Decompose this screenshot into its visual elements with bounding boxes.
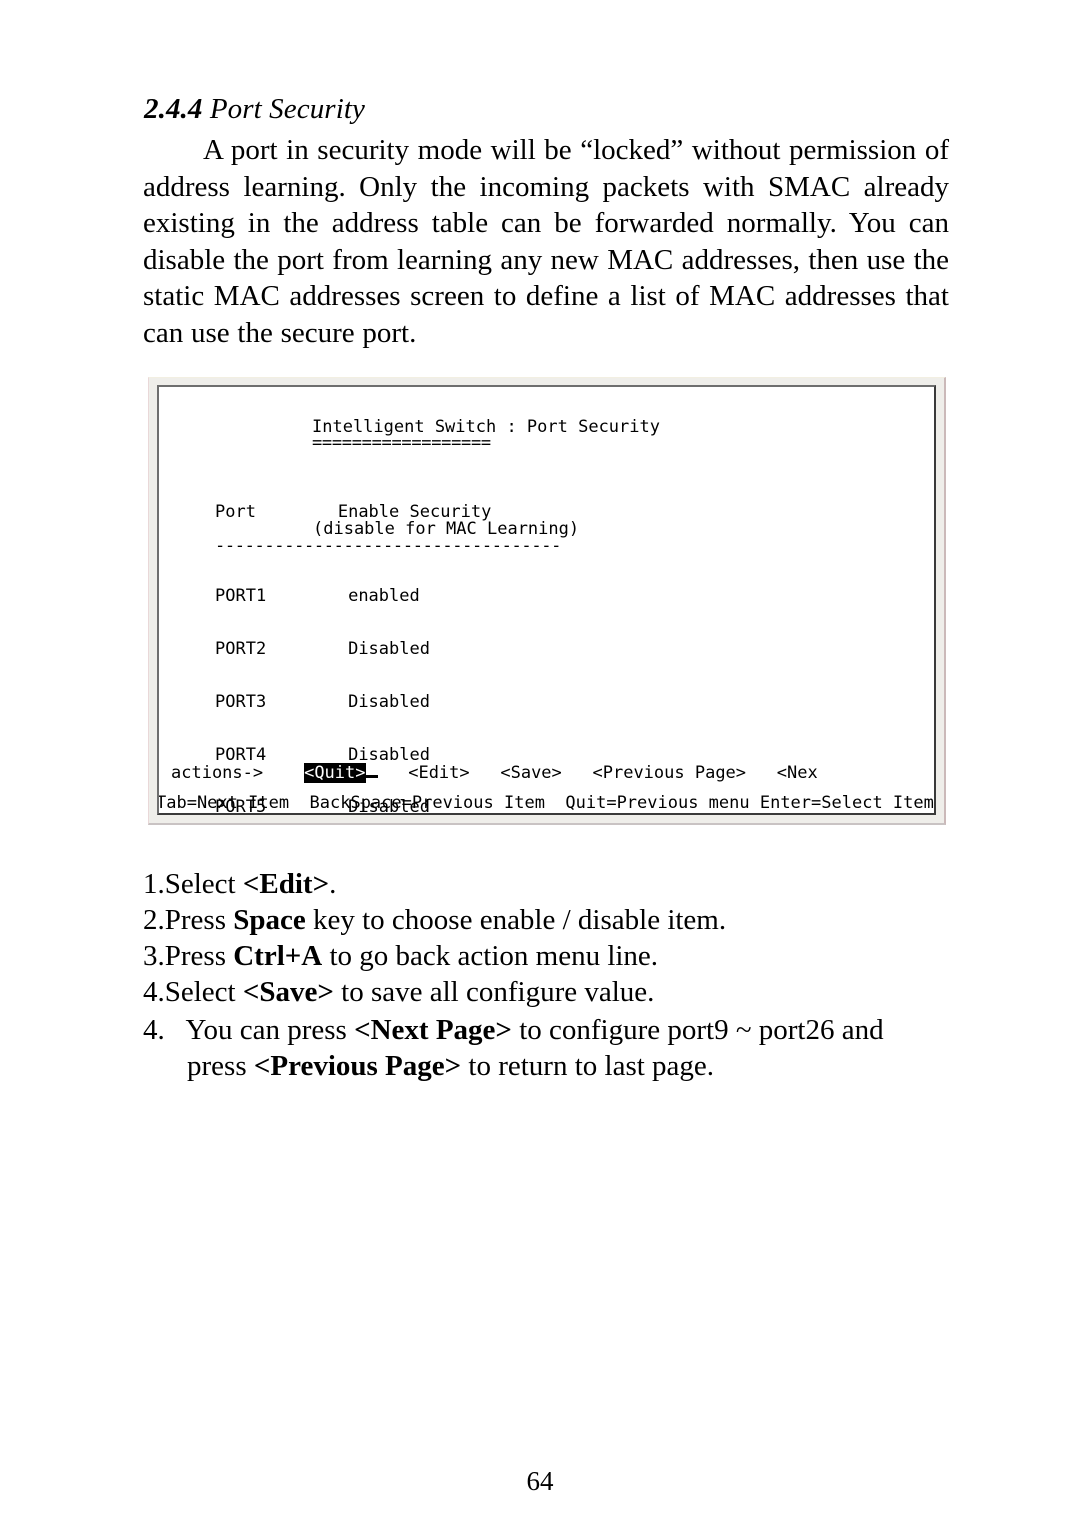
cursor-icon — [364, 761, 378, 778]
table-row: PORT3 Disabled — [215, 691, 430, 712]
row-security[interactable]: enabled — [348, 586, 420, 606]
terminal-screen: Intelligent Switch : Port Security =====… — [159, 387, 934, 813]
step-text-after: . — [329, 868, 337, 900]
list-item: 1.Select <Edit>. — [143, 866, 953, 902]
step-keyword: Space — [233, 904, 306, 936]
step-number: 4. — [143, 976, 165, 1008]
step-keyword: <Previous Page> — [253, 1050, 462, 1082]
document-page: 2.4.4 Port Security A port in security m… — [0, 0, 1080, 1529]
page-number: 64 — [526, 1466, 554, 1496]
list-item: 4.Select <Save> to save all configure va… — [143, 974, 953, 1010]
step-text-after: to configure port9 ~ port26 and — [511, 1014, 884, 1046]
action-next-page[interactable]: <Nex — [777, 763, 818, 783]
action-quit[interactable]: <Quit> — [304, 763, 366, 783]
section-title: Port Security — [209, 93, 365, 125]
action-edit[interactable]: <Edit> — [408, 763, 469, 783]
col-header-port: Port — [215, 502, 256, 522]
row-port: PORT1 — [215, 586, 267, 607]
step-text-before: You can press — [185, 1014, 355, 1046]
step-text-after: to save all configure value. — [333, 976, 655, 1008]
table-row: PORT2 Disabled — [215, 638, 430, 659]
terminal-screenshot-frame: Intelligent Switch : Port Security =====… — [148, 377, 946, 825]
step-text-before: Press — [164, 940, 234, 972]
table-row: PORT1 enabled — [215, 586, 430, 607]
step-text-before: Select — [164, 868, 243, 900]
terminal-title-rule: ================== — [312, 433, 491, 453]
step-number: 3. — [143, 940, 165, 972]
list-item: 4. You can press <Next Page> to configur… — [143, 1012, 955, 1084]
terminal-bevel: Intelligent Switch : Port Security =====… — [157, 385, 936, 815]
step-text-after: key to choose enable / disable item. — [305, 904, 727, 936]
section-heading: 2.4.4 Port Security — [144, 93, 365, 126]
step-text-before: Press — [164, 904, 234, 936]
terminal-actions-line: actions-> <Quit> <Edit> <Save> <Previous… — [171, 761, 818, 783]
step-keyword: Ctrl+A — [233, 940, 323, 972]
action-save[interactable]: <Save> — [500, 763, 561, 783]
step-number: 1. — [143, 868, 165, 900]
body-paragraph: A port in security mode will be “locked”… — [143, 134, 949, 349]
step-keyword: <Edit> — [242, 868, 330, 900]
row-port: PORT3 — [215, 691, 267, 712]
step-text-after: to go back action menu line. — [322, 940, 659, 972]
step-number: 2. — [143, 904, 165, 936]
instruction-steps: 1.Select <Edit>. 2.Press Space key to ch… — [143, 866, 953, 1010]
step-keyword: <Save> — [242, 976, 334, 1008]
row-security[interactable]: Disabled — [348, 639, 430, 659]
row-security[interactable]: Disabled — [348, 692, 430, 712]
section-number: 2.4.4 — [144, 93, 203, 125]
step-text-before: press — [187, 1050, 254, 1082]
action-previous-page[interactable]: <Previous Page> — [593, 763, 747, 783]
terminal-status-line: Tab=Next Item BackSpace=Previous Item Qu… — [159, 793, 934, 813]
row-port: PORT2 — [215, 638, 267, 659]
step-text-before: Select — [164, 976, 243, 1008]
step-keyword: <Next Page> — [354, 1014, 512, 1046]
list-item: 3.Press Ctrl+A to go back action menu li… — [143, 938, 953, 974]
actions-label: actions-> — [171, 763, 264, 783]
step-text-after: to return to last page. — [461, 1050, 715, 1082]
list-item: 2.Press Space key to choose enable / dis… — [143, 902, 953, 938]
step-number: 4. — [143, 1014, 165, 1046]
